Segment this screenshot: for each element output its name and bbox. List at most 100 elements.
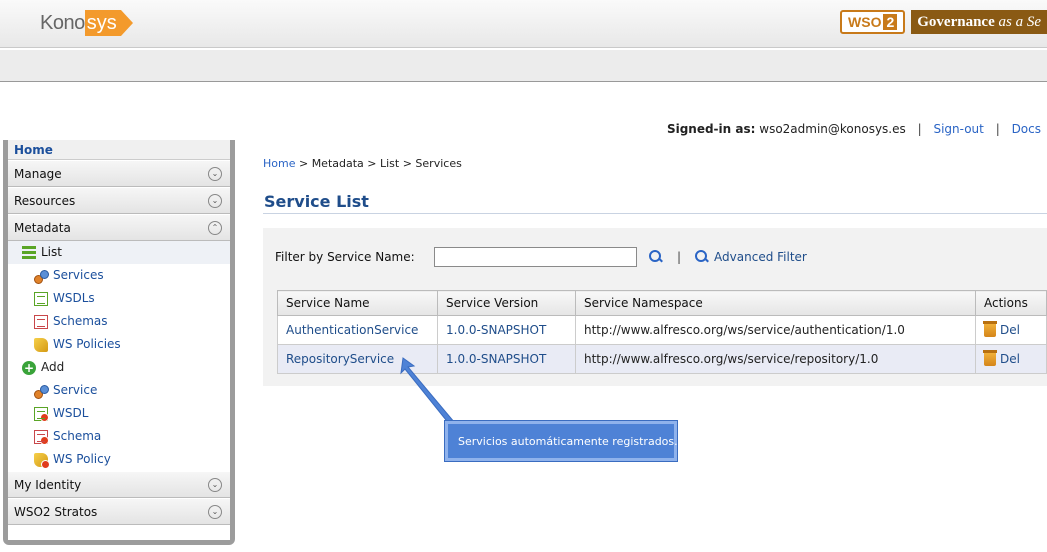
chevron-down-icon[interactable]: ⌄ (208, 505, 222, 519)
sidebar-item-wsdls[interactable]: WSDLs (8, 287, 230, 310)
service-name-link[interactable]: AuthenticationService (286, 323, 418, 337)
sidebar-section-label: My Identity (14, 478, 82, 492)
sidebar-item-list: List (8, 241, 230, 264)
signin-label: Signed-in as: (666, 122, 756, 136)
add-icon: + (22, 360, 36, 375)
sidebar-section-label: Resources (14, 194, 76, 208)
annotation-callout: Servicios automáticamente registrados. (445, 421, 678, 461)
service-icon (34, 269, 49, 284)
filter-label: Filter by Service Name: (275, 250, 415, 264)
sidebar-item-add-ws-policy[interactable]: WS Policy (8, 448, 230, 471)
wsdl-icon (34, 291, 48, 306)
signout-link[interactable]: Sign-out (933, 122, 983, 136)
filter-row: Filter by Service Name: | Advanced Filte… (275, 247, 807, 267)
sidebar-item-label: Add (41, 360, 65, 374)
sidebar-item-services[interactable]: Services (8, 264, 230, 287)
service-version-link[interactable]: 1.0.0-SNAPSHOT (446, 352, 546, 366)
sidebar-item-label[interactable]: Schema (53, 425, 101, 448)
breadcrumb-trail: > Metadata > List > Services (295, 157, 462, 170)
cell-service-version[interactable]: 1.0.0-SNAPSHOT (437, 315, 576, 345)
sidebar-item-label[interactable]: WSDLs (53, 287, 95, 310)
brand-text-bold: Governance (917, 14, 995, 30)
chevron-down-icon[interactable]: ⌄ (208, 478, 222, 492)
policy-icon (34, 337, 48, 352)
sidebar-item-label[interactable]: WS Policy (53, 448, 111, 471)
delete-action[interactable]: Del (983, 350, 1038, 366)
sidebar-item-home[interactable]: Home (8, 140, 230, 160)
sidebar-item-ws-policies[interactable]: WS Policies (8, 333, 230, 356)
sidebar-item-add-service[interactable]: Service (8, 379, 230, 402)
add-schema-icon (34, 429, 49, 445)
column-header-service-version[interactable]: Service Version (437, 290, 576, 316)
app-header: Kono sys WSO 2 Governance as a Se (0, 0, 1047, 48)
advanced-filter-label: Advanced Filter (714, 250, 807, 264)
wso2-badge-sub: 2 (883, 14, 898, 30)
chevron-down-icon[interactable]: ⌄ (208, 194, 222, 208)
sidebar-section-label: Metadata (14, 221, 71, 235)
add-wsdl-icon (34, 406, 49, 422)
brand-text-italic: as a Se (998, 14, 1042, 30)
signin-bar: Signed-in as: wso2admin@konosys.es | Sig… (667, 122, 1041, 136)
service-list-panel: Filter by Service Name: | Advanced Filte… (263, 228, 1047, 386)
advanced-filter-link[interactable]: Advanced Filter (695, 250, 807, 264)
cell-service-name[interactable]: AuthenticationService (277, 315, 438, 345)
search-icon[interactable] (649, 250, 663, 264)
table-row: RepositoryService 1.0.0-SNAPSHOT http://… (277, 344, 1047, 374)
signin-separator: | (917, 122, 922, 136)
callout-text: Servicios automáticamente registrados. (458, 434, 678, 448)
sidebar-section-my-identity[interactable]: My Identity ⌄ (8, 471, 230, 498)
sidebar-item-label[interactable]: WS Policies (53, 333, 121, 356)
sidebar-item-add: + Add (8, 356, 230, 379)
logo-suffix: sys (84, 10, 133, 36)
breadcrumb-home[interactable]: Home (263, 157, 295, 170)
sidebar-item-label[interactable]: WSDL (53, 402, 88, 425)
delete-label: Del (1000, 323, 1020, 337)
brand-text: Governance as a Se (911, 10, 1047, 34)
sidebar-section-manage[interactable]: Manage ⌄ (8, 160, 230, 187)
sidebar-item-add-wsdl[interactable]: WSDL (8, 402, 230, 425)
sidebar-section-metadata[interactable]: Metadata ⌃ (8, 214, 230, 241)
title-divider (263, 213, 1047, 214)
add-service-icon (34, 384, 49, 399)
breadcrumb: Home > Metadata > List > Services (263, 157, 462, 170)
cell-actions[interactable]: Del (975, 344, 1047, 374)
service-name-link[interactable]: RepositoryService (286, 352, 394, 366)
sidebar-item-add-schema[interactable]: Schema (8, 425, 230, 448)
schema-icon (34, 314, 48, 329)
page-title: Service List (264, 192, 369, 211)
sidebar-item-label: List (41, 245, 62, 259)
magnifier-icon (695, 250, 709, 264)
trash-icon (983, 350, 997, 366)
delete-action[interactable]: Del (983, 321, 1038, 337)
sidebar-menu: Home Manage ⌄ Resources ⌄ Metadata ⌃ List S… (8, 140, 230, 540)
sidebar-item-schemas[interactable]: Schemas (8, 310, 230, 333)
service-table: Service Name Service Version Service Nam… (277, 290, 1047, 374)
konosys-logo[interactable]: Kono sys (40, 8, 133, 38)
signin-user: wso2admin@konosys.es (759, 122, 906, 136)
table-header-row: Service Name Service Version Service Nam… (277, 290, 1047, 316)
cell-actions[interactable]: Del (975, 315, 1047, 345)
sidebar-section-label: Manage (14, 167, 62, 181)
chevron-up-icon[interactable]: ⌃ (208, 221, 222, 235)
sidebar-section-wso2-stratos[interactable]: WSO2 Stratos ⌄ (8, 498, 230, 525)
table-row: AuthenticationService 1.0.0-SNAPSHOT htt… (277, 315, 1047, 345)
filter-service-name-input[interactable] (434, 247, 637, 267)
callout-arrow (400, 357, 456, 426)
logo-prefix: Kono (40, 11, 85, 34)
cell-service-namespace: http://www.alfresco.org/ws/service/authe… (575, 315, 976, 345)
wso2-badge-text: WSO (848, 14, 882, 30)
sidebar-item-label[interactable]: Services (53, 264, 104, 287)
wso2-governance-brand: WSO 2 Governance as a Se (840, 8, 1047, 36)
service-version-link[interactable]: 1.0.0-SNAPSHOT (446, 323, 546, 337)
sidebar-item-label[interactable]: Schemas (53, 310, 108, 333)
column-header-service-namespace[interactable]: Service Namespace (575, 290, 976, 316)
filter-separator: | (677, 250, 682, 264)
sidebar-section-resources[interactable]: Resources ⌄ (8, 187, 230, 214)
signin-separator-2: | (995, 122, 1000, 136)
chevron-down-icon[interactable]: ⌄ (208, 167, 222, 181)
sidebar-item-label[interactable]: Service (53, 379, 97, 402)
list-icon (22, 245, 36, 260)
column-header-service-name[interactable]: Service Name (277, 290, 438, 316)
docs-link[interactable]: Docs (1012, 122, 1041, 136)
wso2-logo: WSO 2 (840, 10, 906, 34)
